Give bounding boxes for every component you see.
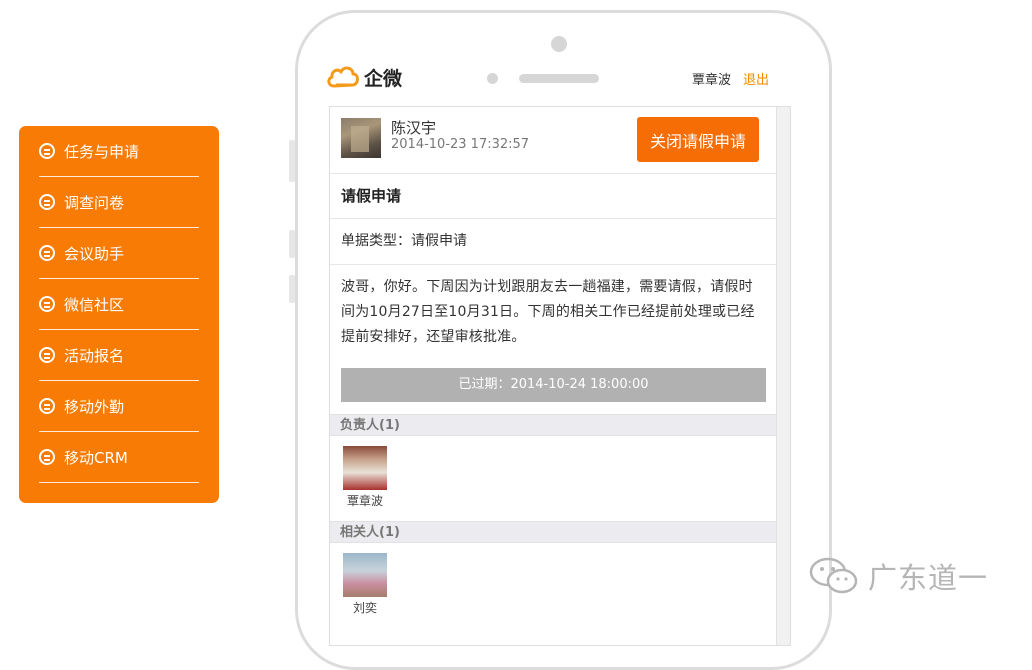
person-name: 刘奕	[352, 601, 377, 615]
menu-item-label: 调查问卷	[64, 193, 125, 212]
app-screen: 陈汉宇 2014-10-23 17:32:57 关闭请假申请 请假申请 单据类型…	[329, 106, 791, 646]
request-detail: 陈汉宇 2014-10-23 17:32:57 关闭请假申请 请假申请 单据类型…	[330, 107, 776, 628]
menu-item-survey[interactable]: 调查问卷	[39, 177, 199, 228]
menu-item-community[interactable]: 微信社区	[39, 279, 199, 330]
person-avatar	[343, 446, 387, 490]
phone-sensor	[487, 73, 498, 84]
phone-camera	[551, 36, 567, 52]
menu-item-label: 移动CRM	[64, 448, 128, 467]
menu-item-label: 移动外勤	[64, 397, 125, 416]
document-type: 单据类型：请假申请	[330, 219, 776, 265]
menu-item-label: 任务与申请	[64, 142, 140, 161]
phone-side-button	[289, 140, 295, 182]
list-icon	[39, 296, 55, 312]
logout-link[interactable]: 退出	[743, 69, 769, 88]
menu-item-tasks[interactable]: 任务与申请	[39, 126, 199, 177]
person-card[interactable]: 刘奕	[342, 553, 388, 616]
logo-text: 企微	[364, 67, 403, 90]
close-request-button[interactable]: 关闭请假申请	[637, 117, 759, 162]
person-avatar	[343, 553, 387, 597]
menu-item-events[interactable]: 活动报名	[39, 330, 199, 381]
sender-name: 陈汉宇	[391, 119, 437, 137]
related-list: 刘奕	[330, 543, 776, 628]
sender-time: 2014-10-23 17:32:57	[391, 137, 530, 152]
person-name: 覃章波	[346, 494, 383, 508]
menu-item-field[interactable]: 移动外勤	[39, 381, 199, 432]
current-user-name: 覃章波	[692, 73, 732, 88]
menu-item-crm[interactable]: 移动CRM	[39, 432, 199, 483]
list-icon	[39, 194, 55, 210]
request-title: 请假申请	[330, 174, 776, 219]
responsible-section-header: 负责人(1)	[330, 414, 776, 436]
phone-side-button	[289, 275, 295, 303]
related-section-header: 相关人(1)	[330, 521, 776, 543]
app-logo: 企微	[326, 63, 402, 91]
expired-status-bar: 已过期：2014-10-24 18:00:00	[341, 368, 766, 402]
menu-item-label: 活动报名	[64, 346, 125, 365]
list-icon	[39, 143, 55, 159]
menu-item-label: 会议助手	[64, 244, 125, 263]
menu-item-label: 微信社区	[64, 295, 125, 314]
person-card[interactable]: 覃章波	[342, 446, 388, 509]
menu-item-meeting[interactable]: 会议助手	[39, 228, 199, 279]
scrollbar[interactable]	[776, 107, 790, 645]
phone-side-button	[289, 230, 295, 258]
list-icon	[39, 449, 55, 465]
sender-avatar	[341, 118, 381, 158]
watermark: 广东道一	[808, 555, 988, 597]
list-icon	[39, 347, 55, 363]
sender-row: 陈汉宇 2014-10-23 17:32:57 关闭请假申请	[330, 107, 776, 174]
side-menu: 任务与申请 调查问卷 会议助手 微信社区 活动报名 移动外勤 移动CRM	[19, 126, 219, 503]
phone-speaker	[519, 74, 599, 83]
watermark-text: 广东道一	[868, 561, 989, 595]
list-icon	[39, 398, 55, 414]
request-body: 波哥，你好。下周因为计划跟朋友去一趟福建，需要请假，请假时间为10月27日至10…	[341, 279, 755, 345]
responsible-list: 覃章波	[330, 436, 776, 521]
cloud-logo-icon	[327, 66, 359, 88]
list-icon	[39, 245, 55, 261]
wechat-icon	[809, 557, 858, 594]
